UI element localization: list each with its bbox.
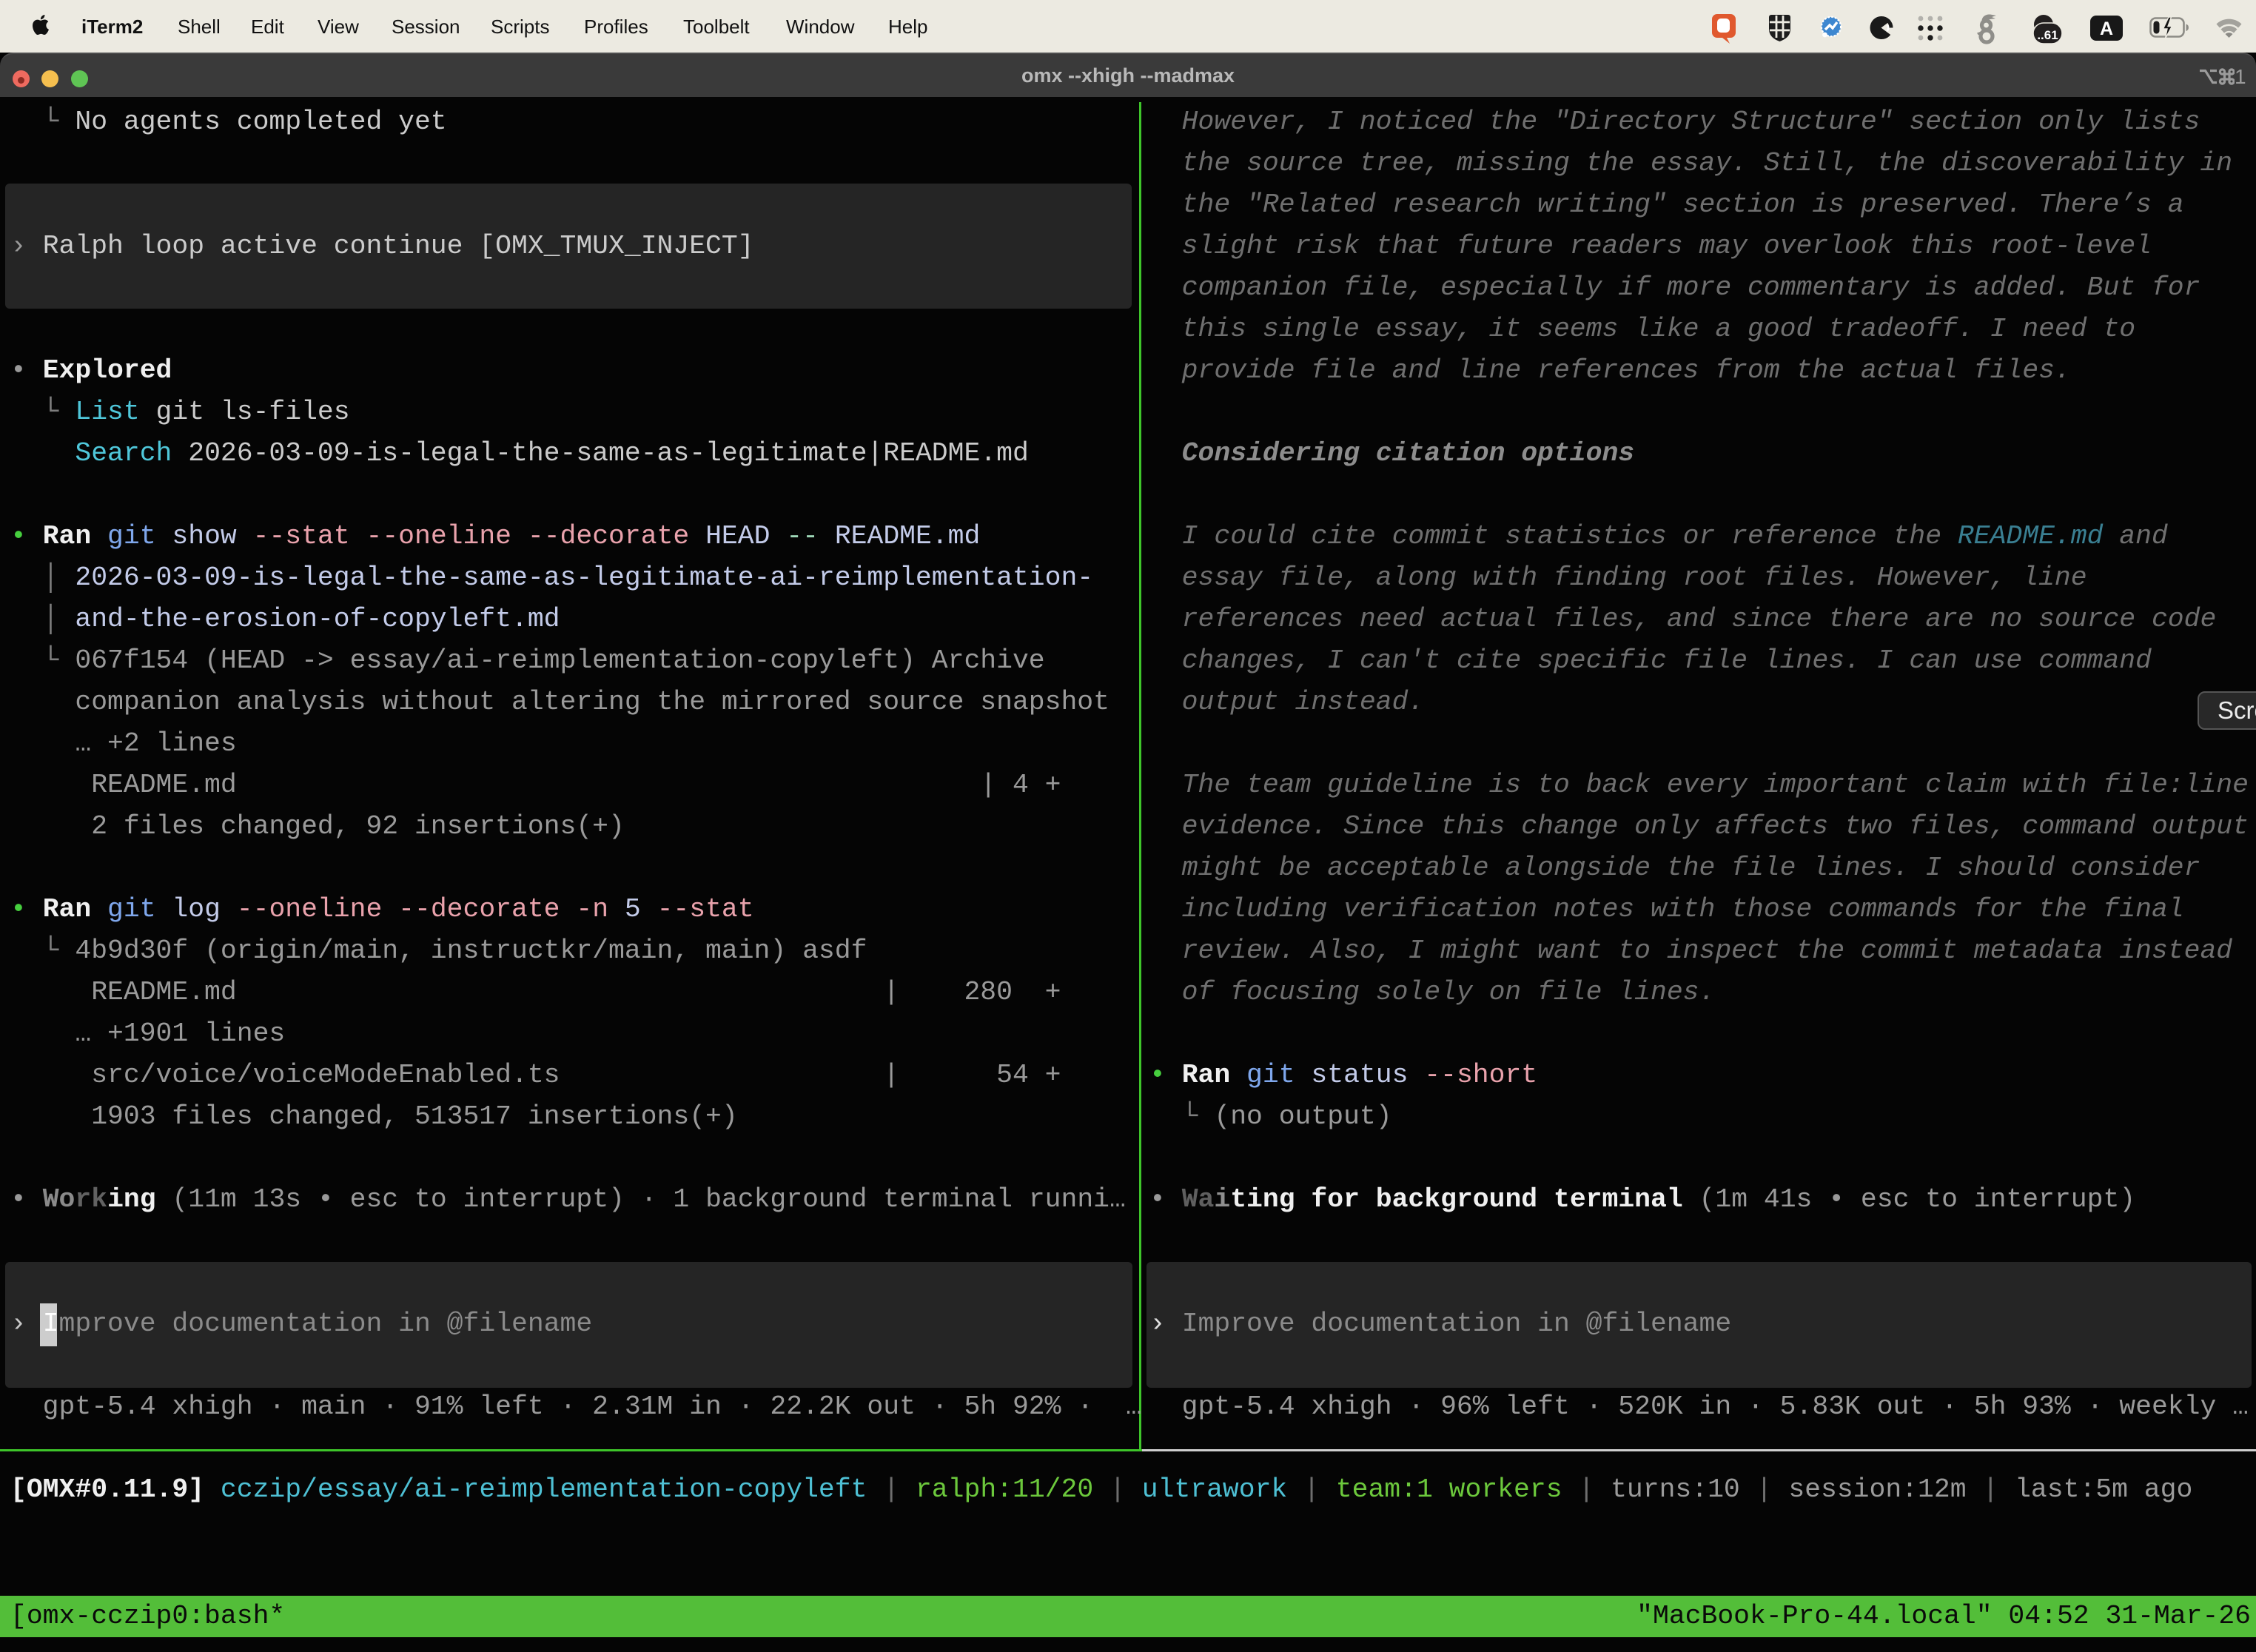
- svg-text:..61: ..61: [2037, 28, 2058, 42]
- svg-text:A: A: [2100, 19, 2113, 39]
